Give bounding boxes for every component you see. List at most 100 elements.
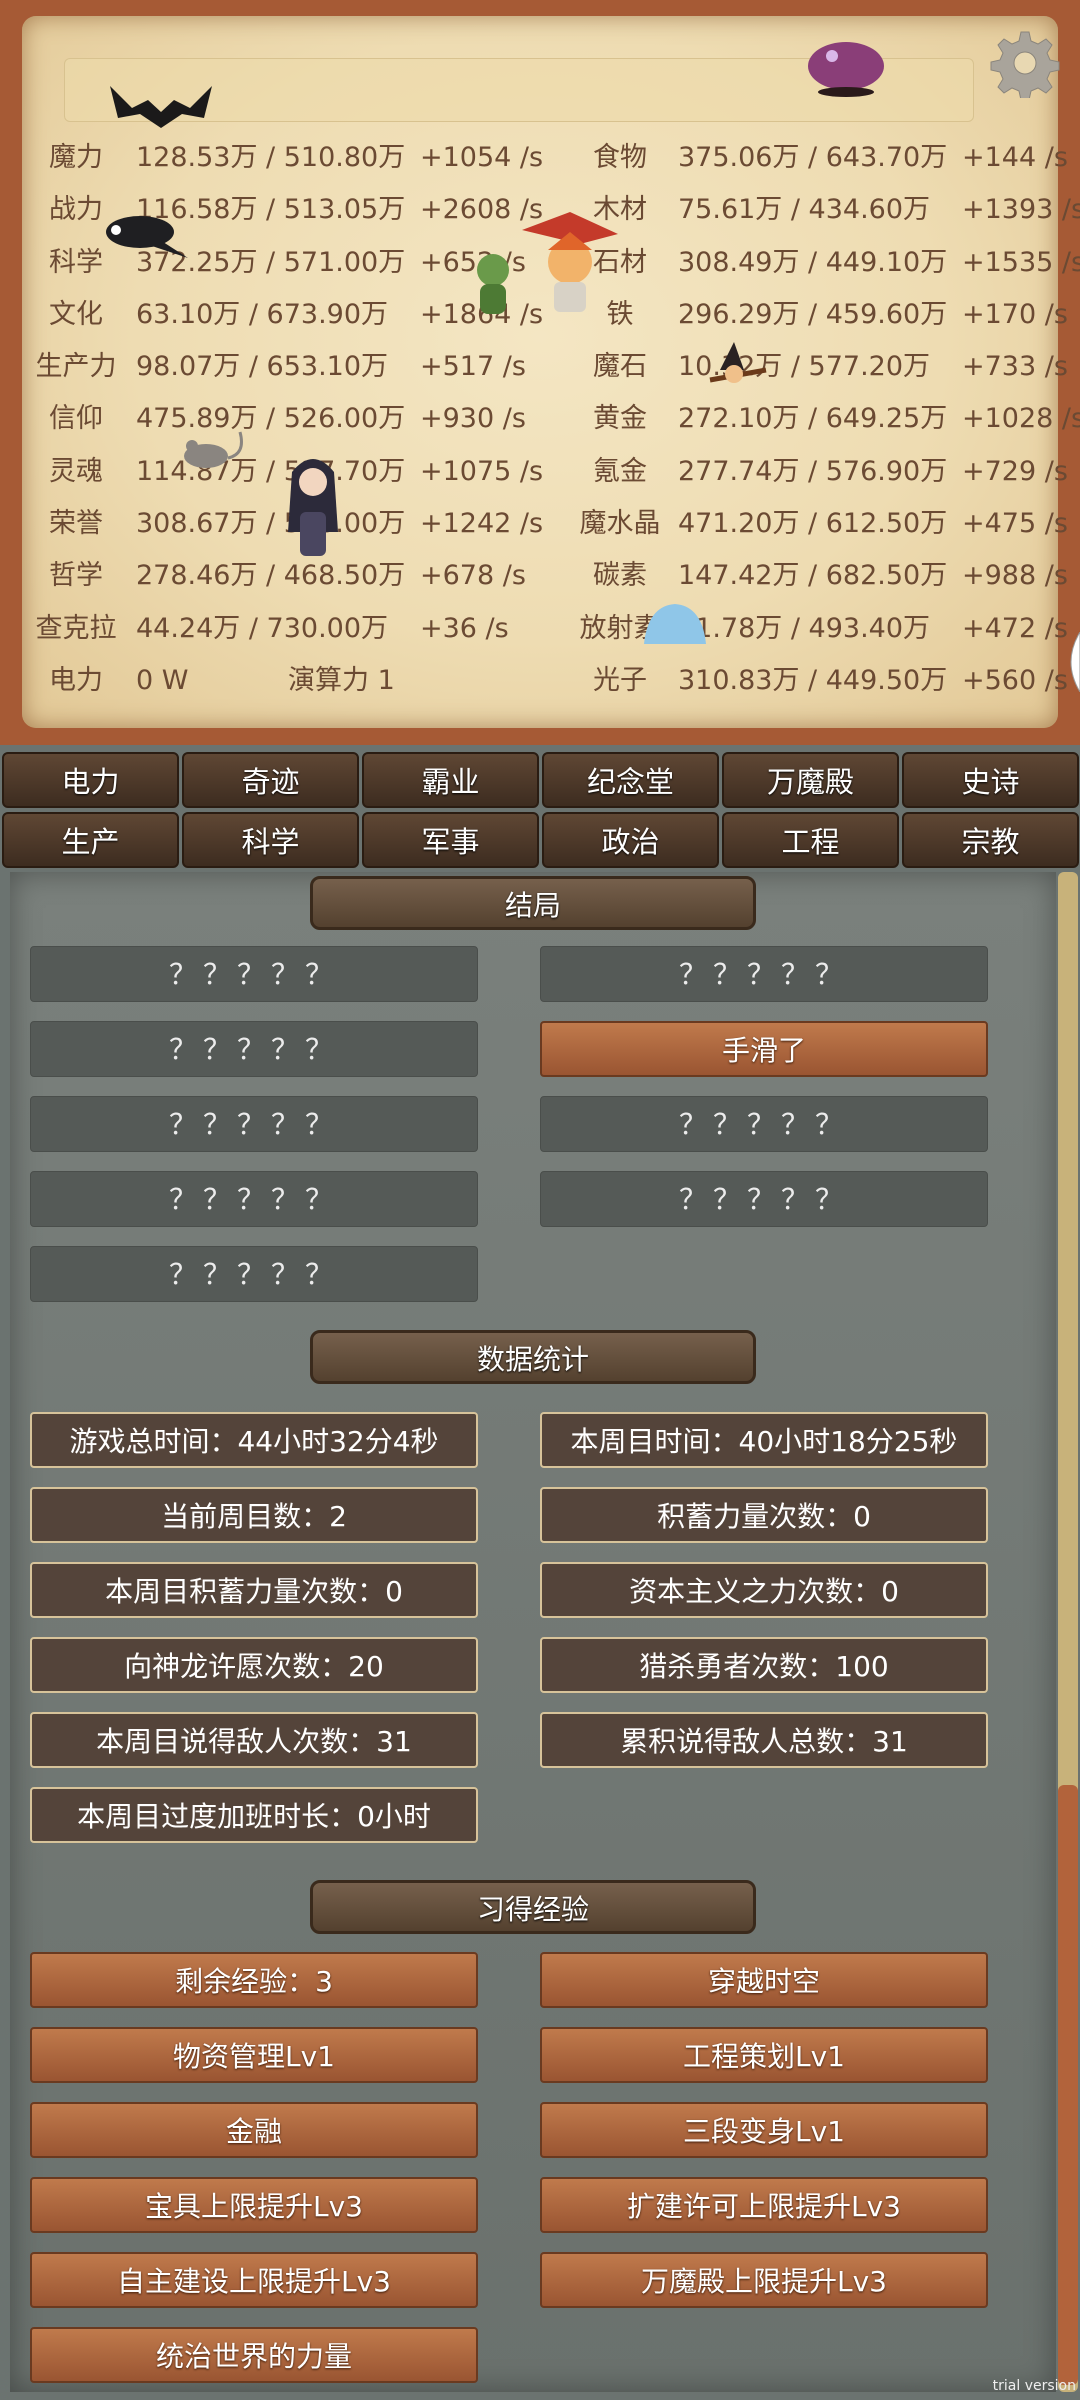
resource-rate: +678 /s <box>420 560 526 592</box>
gear-icon[interactable] <box>990 28 1060 98</box>
experience-item[interactable]: 万魔殿上限提升Lv3 <box>540 2252 988 2308</box>
resource-rate: +1075 /s <box>420 455 544 487</box>
resource-name: 魔石 <box>593 351 647 383</box>
experience-item[interactable]: 宝具上限提升Lv3 <box>30 2177 478 2233</box>
tab-史诗[interactable]: 史诗 <box>902 752 1079 808</box>
resource-amount: 128.53万 / 510.80万 <box>136 142 406 173</box>
ending-item[interactable]: ？？？？？ <box>540 1171 988 1227</box>
stat-item[interactable]: 资本主义之力次数：0 <box>540 1562 988 1618</box>
stat-item[interactable]: 游戏总时间：44小时32分4秒 <box>30 1412 478 1468</box>
edge-orb-icon[interactable] <box>1062 631 1080 696</box>
resource-row: 查克拉 44.24万 / 730.00万 +36 /s <box>30 603 590 655</box>
stat-item[interactable]: 累积说得敌人总数：31 <box>540 1712 988 1768</box>
stat-item[interactable]: 本周目说得敌人次数：31 <box>30 1712 478 1768</box>
stat-item[interactable]: 本周目过度加班时长：0小时 <box>30 1787 478 1843</box>
slime-icon[interactable] <box>642 602 708 650</box>
resource-name: 灵魂 <box>49 455 103 487</box>
scrollbar-thumb[interactable] <box>1058 1785 1078 2385</box>
experience-item[interactable]: 统治世界的力量 <box>30 2327 478 2383</box>
resource-name: 文化 <box>49 298 103 330</box>
resource-amount: 147.42万 / 682.50万 <box>678 560 948 592</box>
experience-item[interactable]: 穿越时空 <box>540 1952 988 2008</box>
experience-item[interactable]: 工程策划Lv1 <box>540 2027 988 2083</box>
stat-item[interactable]: 积蓄力量次数：0 <box>540 1487 988 1543</box>
resource-name: 生产力 <box>35 351 117 383</box>
girl-icon[interactable] <box>278 452 348 566</box>
endings-section-title: 结局 <box>310 876 756 930</box>
resource-amount: 310.83万 / 449.50万 <box>678 664 948 696</box>
resource-name: 碳素 <box>593 560 647 592</box>
experience-item[interactable]: 剩余经验：3 <box>30 1952 478 2008</box>
bat-icon[interactable] <box>108 78 214 134</box>
stat-item[interactable]: 猎杀勇者次数：100 <box>540 1637 988 1693</box>
ending-item[interactable]: ？？？？？ <box>30 946 478 1002</box>
resource-row: 电力 0 W 演算力 1 <box>30 655 590 707</box>
resource-row: 铁 296.29万 / 459.60万 +170 /s <box>574 289 1080 341</box>
ending-item[interactable]: ？？？？？ <box>30 1171 478 1227</box>
resource-row: 信仰 475.89万 / 526.00万 +930 /s <box>30 393 590 445</box>
resource-name: 哲学 <box>49 560 103 592</box>
warrior-icon[interactable] <box>520 210 620 324</box>
tab-万魔殿[interactable]: 万魔殿 <box>722 752 899 808</box>
resource-name: 电力 <box>49 664 103 696</box>
resource-rate: +36 /s <box>420 612 509 644</box>
watermark-text: trial version <box>992 2378 1076 2394</box>
stat-item[interactable]: 向神龙许愿次数：20 <box>30 1637 478 1693</box>
ending-item[interactable]: ？？？？？ <box>30 1096 478 1152</box>
experience-item[interactable]: 三段变身Lv1 <box>540 2102 988 2158</box>
resource-name: 黄金 <box>593 403 647 435</box>
resource-rate: +1535 /s <box>962 246 1080 278</box>
tab-政治[interactable]: 政治 <box>542 812 719 868</box>
experience-item[interactable]: 金融 <box>30 2102 478 2158</box>
tab-宗教[interactable]: 宗教 <box>902 812 1079 868</box>
stat-item[interactable]: 本周目时间：40小时18分25秒 <box>540 1412 988 1468</box>
resource-rate: +472 /s <box>962 612 1068 644</box>
tab-电力[interactable]: 电力 <box>2 752 179 808</box>
resource-rate: +475 /s <box>962 508 1068 540</box>
resource-amount: 98.07万 / 653.10万 <box>136 351 389 383</box>
tab-科学[interactable]: 科学 <box>182 812 359 868</box>
resource-row: 魔水晶 471.20万 / 612.50万 +475 /s <box>574 498 1080 550</box>
resource-amount: 44.24万 / 730.00万 <box>136 612 389 644</box>
ending-item[interactable]: ？？？？？ <box>30 1246 478 1302</box>
witch-icon[interactable] <box>700 340 770 404</box>
tab-奇迹[interactable]: 奇迹 <box>182 752 359 808</box>
resource-row: 碳素 147.42万 / 682.50万 +988 /s <box>574 550 1080 602</box>
resource-amount: 375.06万 / 643.70万 <box>678 142 948 173</box>
mouse-icon[interactable] <box>180 428 250 476</box>
resource-rate: +1393 /s <box>962 194 1080 226</box>
resource-rate: +170 /s <box>962 298 1068 330</box>
stat-item[interactable]: 当前周目数：2 <box>30 1487 478 1543</box>
resource-amount: 114.87万 / 537.70万 <box>136 455 406 487</box>
experience-item[interactable]: 自主建设上限提升Lv3 <box>30 2252 478 2308</box>
tab-纪念堂[interactable]: 纪念堂 <box>542 752 719 808</box>
stat-item[interactable]: 本周目积蓄力量次数：0 <box>30 1562 478 1618</box>
resource-rate: +733 /s <box>962 351 1068 383</box>
tab-生产[interactable]: 生产 <box>2 812 179 868</box>
resource-rate: +560 /s <box>962 664 1068 696</box>
resource-row: 石材 308.49万 / 449.10万 +1535 /s <box>574 237 1080 289</box>
experience-item[interactable]: 物资管理Lv1 <box>30 2027 478 2083</box>
goblin-icon[interactable] <box>468 250 518 324</box>
resource-rate: +1028 /s <box>962 403 1080 435</box>
experience-item[interactable]: 扩建许可上限提升Lv3 <box>540 2177 988 2233</box>
resource-rate: +988 /s <box>962 560 1068 592</box>
tab-霸业[interactable]: 霸业 <box>362 752 539 808</box>
ending-item[interactable]: ？？？？？ <box>540 1096 988 1152</box>
tab-军事[interactable]: 军事 <box>362 812 539 868</box>
resource-row: 魔石 10.32万 / 577.20万 +733 /s <box>574 341 1080 393</box>
resource-row: 生产力 98.07万 / 653.10万 +517 /s <box>30 341 590 393</box>
ending-item[interactable]: ？？？？？ <box>540 946 988 1002</box>
ending-item[interactable]: 手滑了 <box>540 1021 988 1077</box>
resource-rate: +930 /s <box>420 403 526 435</box>
resource-name: 光子 <box>593 664 647 696</box>
crow-icon[interactable] <box>100 210 190 264</box>
resource-amount: 296.29万 / 459.60万 <box>678 298 948 330</box>
monster-icon[interactable] <box>802 26 890 102</box>
tab-工程[interactable]: 工程 <box>722 812 899 868</box>
resource-rate: +1054 /s <box>420 142 544 173</box>
resource-amount: 61.78万 / 493.40万 <box>678 612 931 644</box>
ending-item[interactable]: ？？？？？ <box>30 1021 478 1077</box>
resource-rate: +517 /s <box>420 351 526 383</box>
resource-row: 氪金 277.74万 / 576.90万 +729 /s <box>574 446 1080 498</box>
